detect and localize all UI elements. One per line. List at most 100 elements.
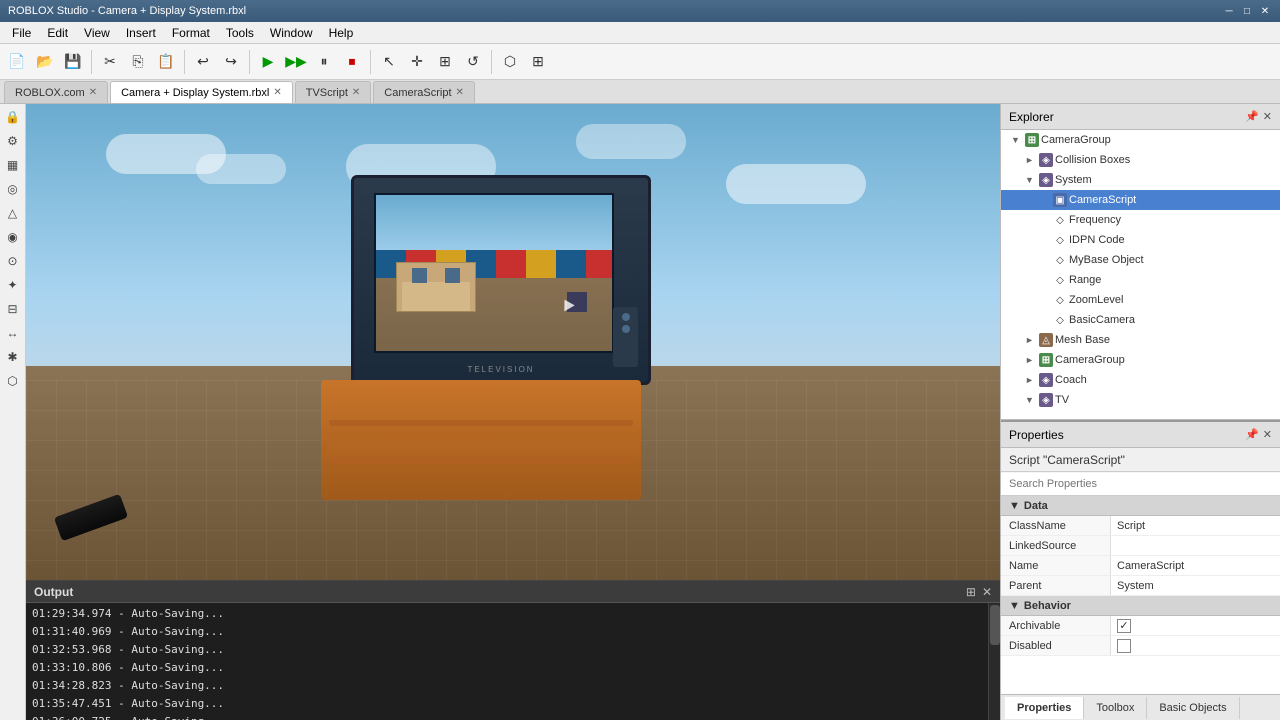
toolbar-open[interactable]: 📂 [32, 49, 58, 75]
toolbar-undo[interactable]: ↩ [190, 49, 216, 75]
toolbar-paste[interactable]: 📋 [153, 49, 179, 75]
maximize-button[interactable]: □ [1240, 4, 1254, 18]
left-tool-9[interactable]: ⊟ [2, 298, 24, 320]
toolbar-collisions[interactable]: ⬡ [497, 49, 523, 75]
checkbox-unchecked[interactable] [1117, 639, 1131, 653]
tree-item-system[interactable]: ▼◈System [1001, 170, 1280, 190]
left-tool-11[interactable]: ✱ [2, 346, 24, 368]
toolbar-copy[interactable]: ⎘ [125, 49, 151, 75]
tree-arrow[interactable]: ► [1025, 335, 1037, 345]
left-tool-6[interactable]: ◉ [2, 226, 24, 248]
tree-arrow[interactable]: ▼ [1025, 175, 1037, 185]
toolbar-run[interactable]: ▶ [255, 49, 281, 75]
toolbar-scale[interactable]: ⊞ [432, 49, 458, 75]
property-name: Disabled [1001, 636, 1111, 655]
tab-roblox-close[interactable]: ✕ [89, 87, 97, 98]
explorer-section: Explorer 📌 ✕ ▼⊞CameraGroup►◈Collision Bo… [1001, 104, 1280, 422]
explorer-tree[interactable]: ▼⊞CameraGroup►◈Collision Boxes▼◈System▣C… [1001, 130, 1280, 420]
toolbar-rotate[interactable]: ↺ [460, 49, 486, 75]
property-section-behavior[interactable]: ▼Behavior [1001, 596, 1280, 616]
bottom-tab-basic-objects[interactable]: Basic Objects [1147, 697, 1239, 719]
menu-file[interactable]: File [4, 24, 39, 42]
viewport[interactable]: TELEVISION [26, 104, 1000, 580]
tab-tvscript[interactable]: TVScript ✕ [295, 81, 372, 103]
menu-edit[interactable]: Edit [39, 24, 76, 42]
left-tool-1[interactable]: 🔒 [2, 106, 24, 128]
close-button[interactable]: ✕ [1258, 4, 1272, 18]
left-tool-3[interactable]: ▦ [2, 154, 24, 176]
tree-item-range[interactable]: ◇Range [1001, 270, 1280, 290]
tree-item-frequency[interactable]: ◇Frequency [1001, 210, 1280, 230]
menu-view[interactable]: View [76, 24, 118, 42]
left-tool-10[interactable]: ↔ [2, 322, 24, 344]
toolbar-cut[interactable]: ✂ [97, 49, 123, 75]
menu-help[interactable]: Help [321, 24, 362, 42]
property-row-parent: ParentSystem [1001, 576, 1280, 596]
left-tool-7[interactable]: ⊙ [2, 250, 24, 272]
toolbar-pause[interactable]: ⏸ [311, 49, 337, 75]
tab-roblox[interactable]: ROBLOX.com ✕ [4, 81, 108, 103]
property-section-data[interactable]: ▼Data [1001, 496, 1280, 516]
menu-format[interactable]: Format [164, 24, 218, 42]
tree-item-collision-boxes[interactable]: ►◈Collision Boxes [1001, 150, 1280, 170]
left-tool-5[interactable]: △ [2, 202, 24, 224]
toolbar-redo[interactable]: ↪ [218, 49, 244, 75]
toolbar-run2[interactable]: ▶▶ [283, 49, 309, 75]
toolbar-new[interactable]: 📄 [4, 49, 30, 75]
tree-item-idpn-code[interactable]: ◇IDPN Code [1001, 230, 1280, 250]
tree-arrow[interactable]: ► [1025, 155, 1037, 165]
output-detach[interactable]: ⊞ [966, 585, 976, 599]
tab-main[interactable]: Camera + Display System.rbxl ✕ [110, 81, 293, 103]
tree-arrow[interactable]: ▼ [1011, 135, 1023, 145]
bottom-tab-properties[interactable]: Properties [1005, 697, 1084, 719]
property-value-linkedsource[interactable] [1111, 536, 1280, 555]
tree-item-zoomlevel[interactable]: ◇ZoomLevel [1001, 290, 1280, 310]
tree-item-basiccamera[interactable]: ◇BasicCamera [1001, 310, 1280, 330]
tree-arrow[interactable]: ► [1025, 375, 1037, 385]
property-value-name[interactable]: CameraScript [1111, 556, 1280, 575]
tree-item-mesh-base[interactable]: ►◬Mesh Base [1001, 330, 1280, 350]
output-controls: ⊞ ✕ [966, 585, 992, 599]
menu-window[interactable]: Window [262, 24, 321, 42]
menu-insert[interactable]: Insert [118, 24, 164, 42]
tree-item-mybase-object[interactable]: ◇MyBase Object [1001, 250, 1280, 270]
search-properties-input[interactable] [1001, 473, 1280, 495]
tree-item-cameragroup[interactable]: ▼⊞CameraGroup [1001, 130, 1280, 150]
output-close[interactable]: ✕ [982, 585, 992, 599]
toolbar-move[interactable]: ✛ [404, 49, 430, 75]
checkbox-checked[interactable]: ✓ [1117, 619, 1131, 633]
property-value-disabled[interactable] [1111, 636, 1280, 655]
tree-label: Range [1069, 274, 1101, 286]
left-tool-8[interactable]: ✦ [2, 274, 24, 296]
properties-close[interactable]: ✕ [1263, 428, 1272, 441]
properties-pin[interactable]: 📌 [1245, 428, 1259, 441]
minimize-button[interactable]: ─ [1222, 4, 1236, 18]
toolbar-select[interactable]: ↖ [376, 49, 402, 75]
explorer-pin[interactable]: 📌 [1245, 110, 1259, 123]
toolbar-stop[interactable]: ⏹ [339, 49, 365, 75]
tab-camerascript[interactable]: CameraScript ✕ [373, 81, 475, 103]
tab-tvscript-close[interactable]: ✕ [352, 87, 360, 98]
property-value-parent[interactable]: System [1111, 576, 1280, 595]
left-tool-4[interactable]: ◎ [2, 178, 24, 200]
property-value-archivable[interactable]: ✓ [1111, 616, 1280, 635]
tree-item-coach[interactable]: ►◈Coach [1001, 370, 1280, 390]
tree-item-cameragroup[interactable]: ►⊞CameraGroup [1001, 350, 1280, 370]
output-scrollbar[interactable] [988, 603, 1000, 720]
explorer-close[interactable]: ✕ [1263, 110, 1272, 123]
property-value-classname[interactable]: Script [1111, 516, 1280, 535]
toolbar-grid[interactable]: ⊞ [525, 49, 551, 75]
tree-arrow[interactable]: ▼ [1025, 395, 1037, 405]
left-tool-2[interactable]: ⚙ [2, 130, 24, 152]
tree-arrow[interactable]: ► [1025, 355, 1037, 365]
bottom-tab-toolbox[interactable]: Toolbox [1084, 697, 1147, 719]
tree-item-tv[interactable]: ▼◈TV [1001, 390, 1280, 410]
left-tool-12[interactable]: ⬡ [2, 370, 24, 392]
tree-label: Mesh Base [1055, 334, 1110, 346]
tab-camerascript-close[interactable]: ✕ [456, 87, 464, 98]
output-scroll-thumb[interactable] [990, 605, 1000, 645]
tab-main-close[interactable]: ✕ [273, 87, 281, 98]
tree-item-camerascript[interactable]: ▣CameraScript [1001, 190, 1280, 210]
toolbar-save[interactable]: 💾 [60, 49, 86, 75]
menu-tools[interactable]: Tools [218, 24, 262, 42]
